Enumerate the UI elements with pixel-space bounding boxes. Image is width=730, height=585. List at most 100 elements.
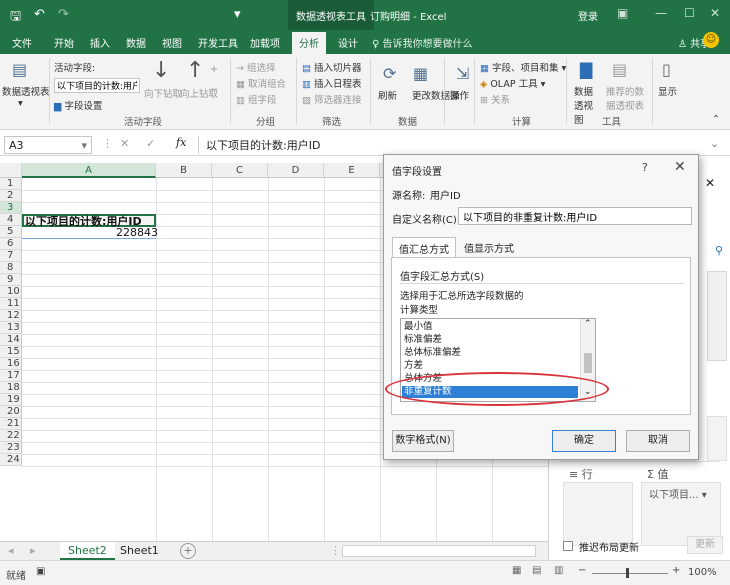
select-all-corner[interactable] — [0, 163, 22, 178]
collapse-ribbon-icon[interactable]: ⌃ — [712, 114, 720, 125]
insert-slicer-button[interactable]: ▤ 插入切片器 — [302, 60, 362, 74]
row-header[interactable]: 13 — [0, 322, 22, 334]
tab-show-values-as[interactable]: 值显示方式 — [458, 237, 520, 258]
column-header-a[interactable]: A — [22, 163, 156, 178]
row-header[interactable]: 11 — [0, 298, 22, 310]
pane-search-icon[interactable]: ⚲ — [715, 244, 723, 257]
row-header[interactable]: 14 — [0, 334, 22, 346]
pane-scrollbar[interactable] — [707, 271, 727, 361]
dialog-close-icon[interactable]: ✕ — [674, 159, 686, 175]
list-item[interactable]: 总体标准偏差 — [402, 347, 578, 359]
name-box[interactable]: A3 ▾ — [4, 136, 92, 154]
refresh-button[interactable]: 刷新 — [378, 88, 397, 102]
horizontal-scrollbar[interactable] — [342, 545, 536, 557]
row-header[interactable]: 10 — [0, 286, 22, 298]
zoom-level[interactable]: 100% — [688, 567, 717, 578]
olap-tools-button[interactable]: ◈ OLAP 工具 ▾ — [480, 76, 545, 90]
help-icon[interactable]: ? — [642, 161, 648, 174]
pivot-table-button[interactable]: 数据透视表 — [2, 84, 50, 98]
collapse-field-icon[interactable]: − — [210, 84, 218, 95]
next-sheet-icon[interactable]: ▸ — [30, 544, 36, 557]
row-header[interactable]: 15 — [0, 346, 22, 358]
row-header[interactable]: 24 — [0, 454, 22, 466]
smiley-icon[interactable]: ☺ — [703, 32, 719, 48]
add-sheet-icon[interactable]: + — [180, 543, 196, 559]
tab-data[interactable]: 数据 — [126, 35, 146, 50]
minimize-icon[interactable]: — — [655, 6, 667, 20]
page-layout-icon[interactable]: ▤ — [532, 565, 541, 576]
close-icon[interactable]: ✕ — [710, 6, 720, 20]
insert-function-button[interactable]: fx — [176, 136, 186, 149]
maximize-icon[interactable]: ☐ — [684, 6, 695, 20]
row-header[interactable]: 7 — [0, 250, 22, 262]
show-button[interactable]: 显示 — [658, 84, 677, 98]
formula-input[interactable]: 以下项目的计数:用户ID — [206, 137, 320, 153]
active-field-input[interactable] — [54, 78, 140, 93]
row-header[interactable]: 23 — [0, 442, 22, 454]
cancel-edit-icon[interactable]: ✕ — [120, 137, 129, 150]
drill-down-button[interactable]: 向下钻取 — [144, 86, 182, 100]
column-header-c[interactable]: C — [212, 163, 268, 178]
tab-insert[interactable]: 插入 — [90, 35, 110, 50]
column-header-b[interactable]: B — [156, 163, 212, 178]
row-header[interactable]: 8 — [0, 262, 22, 274]
row-header[interactable]: 5 — [0, 226, 22, 238]
tab-addins[interactable]: 加载项 — [250, 35, 280, 50]
cancel-button[interactable]: 取消 — [626, 430, 690, 452]
zoom-slider-thumb[interactable] — [626, 568, 629, 578]
more-sheets-icon[interactable]: ⋮ — [330, 544, 341, 557]
page-break-icon[interactable]: ▥ — [554, 565, 563, 576]
expand-field-icon[interactable]: + — [210, 64, 218, 75]
sheet-tab-sheet1[interactable]: Sheet1 — [112, 542, 167, 560]
tab-summarize-values[interactable]: 值汇总方式 — [392, 237, 456, 258]
tab-view[interactable]: 视图 — [162, 35, 182, 50]
row-header[interactable]: 6 — [0, 238, 22, 250]
scroll-thumb[interactable] — [584, 353, 592, 373]
row-header[interactable]: 19 — [0, 394, 22, 406]
row-header[interactable]: 18 — [0, 382, 22, 394]
normal-view-icon[interactable]: ▦ — [512, 565, 521, 576]
ok-button[interactable]: 确定 — [552, 430, 616, 452]
row-header[interactable]: 1 — [0, 178, 22, 190]
row-header[interactable]: 20 — [0, 406, 22, 418]
row-header[interactable]: 17 — [0, 370, 22, 382]
values-field-item[interactable]: 以下项目... ▾ — [649, 486, 707, 501]
group-field-button[interactable]: ▥ 组字段 — [236, 92, 277, 106]
macro-record-icon[interactable]: ▣ — [36, 566, 45, 577]
zoom-in-icon[interactable]: + — [672, 565, 680, 576]
row-header[interactable]: 3 — [0, 202, 22, 214]
custom-name-input[interactable] — [458, 207, 692, 225]
actions-button[interactable]: 操作 — [450, 88, 469, 102]
confirm-edit-icon[interactable]: ✓ — [146, 137, 155, 150]
pane-close-icon[interactable]: ✕ — [705, 176, 715, 190]
field-settings-button[interactable]: ▆ 字段设置 — [54, 98, 102, 112]
fields-items-sets-button[interactable]: ▦ 字段、项目和集 ▾ — [480, 60, 566, 74]
tab-analyze[interactable]: 分析 — [292, 32, 326, 54]
save-icon[interactable]: 🖫 — [10, 7, 21, 29]
row-header[interactable]: 16 — [0, 358, 22, 370]
ribbon-display-icon[interactable]: ▣ — [617, 6, 628, 20]
expand-formula-icon[interactable]: ⌄ — [710, 137, 719, 150]
defer-update-checkbox[interactable] — [563, 541, 573, 551]
prev-sheet-icon[interactable]: ◂ — [8, 544, 14, 557]
sheet-tab-sheet2[interactable]: Sheet2 — [60, 542, 115, 560]
redo-icon[interactable]: ↷ — [58, 7, 69, 22]
pivot-chart-button[interactable]: 数据透视图 — [574, 84, 602, 126]
insert-timeline-button[interactable]: ▥ 插入日程表 — [302, 76, 362, 90]
number-format-button[interactable]: 数字格式(N) — [392, 430, 454, 452]
ungroup-button[interactable]: ▦ 取消组合 — [236, 76, 286, 90]
tab-design[interactable]: 设计 — [338, 35, 358, 50]
tab-home[interactable]: 开始 — [54, 35, 74, 50]
column-header-d[interactable]: D — [268, 163, 324, 178]
row-header[interactable]: 9 — [0, 274, 22, 286]
column-header-e[interactable]: E — [324, 163, 380, 178]
recommended-pivot-button[interactable]: 推荐的数据透视表 — [606, 84, 650, 112]
row-header[interactable]: 4 — [0, 214, 22, 226]
list-item[interactable]: 方差 — [402, 360, 578, 372]
tell-me-search[interactable]: ♀ 告诉我你想要做什么 — [372, 35, 473, 50]
list-item[interactable]: 标准偏差 — [402, 334, 578, 346]
zoom-slider[interactable] — [592, 573, 668, 574]
update-button[interactable]: 更新 — [687, 536, 723, 554]
login-link[interactable]: 登录 — [578, 8, 598, 23]
group-selection-button[interactable]: → 组选择 — [236, 60, 275, 74]
